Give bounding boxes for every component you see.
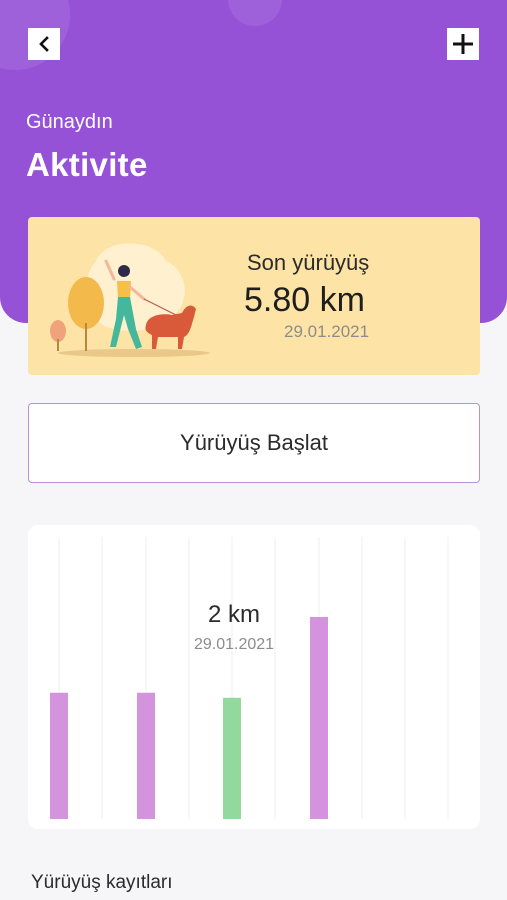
last-walk-date: 29.01.2021 bbox=[284, 322, 370, 341]
walk-records-title: Yürüyüş kayıtları bbox=[31, 872, 173, 893]
decorative-bubble bbox=[228, 0, 282, 26]
chart-bar[interactable] bbox=[137, 692, 155, 819]
page-title: Aktivite bbox=[26, 146, 148, 183]
chart-bar[interactable] bbox=[50, 692, 68, 819]
walk-bar-chart bbox=[50, 537, 449, 819]
tooltip-date: 29.01.2021 bbox=[193, 636, 275, 653]
last-walk-card[interactable]: Son yürüyüş 5.80 km 29.01.2021 bbox=[28, 217, 480, 375]
chart-bar[interactable] bbox=[223, 697, 241, 819]
add-button[interactable] bbox=[447, 28, 479, 60]
start-walk-button[interactable]: Yürüyüş Başlat bbox=[28, 403, 480, 483]
last-walk-distance: 5.80 km bbox=[244, 281, 365, 319]
greeting-text: Günaydın bbox=[26, 111, 113, 133]
chart-bar[interactable] bbox=[310, 617, 328, 819]
chart-tooltip: 2 km 29.01.2021 bbox=[186, 601, 282, 654]
walk-chart: 2 km 29.01.2021 bbox=[28, 525, 480, 829]
chevron-left-icon bbox=[39, 36, 49, 52]
back-button[interactable] bbox=[28, 28, 60, 60]
last-walk-label: Son yürüyüş bbox=[247, 250, 370, 275]
tooltip-value: 2 km bbox=[207, 601, 260, 628]
plus-icon bbox=[453, 34, 473, 54]
walking-dog-illustration bbox=[50, 243, 210, 357]
